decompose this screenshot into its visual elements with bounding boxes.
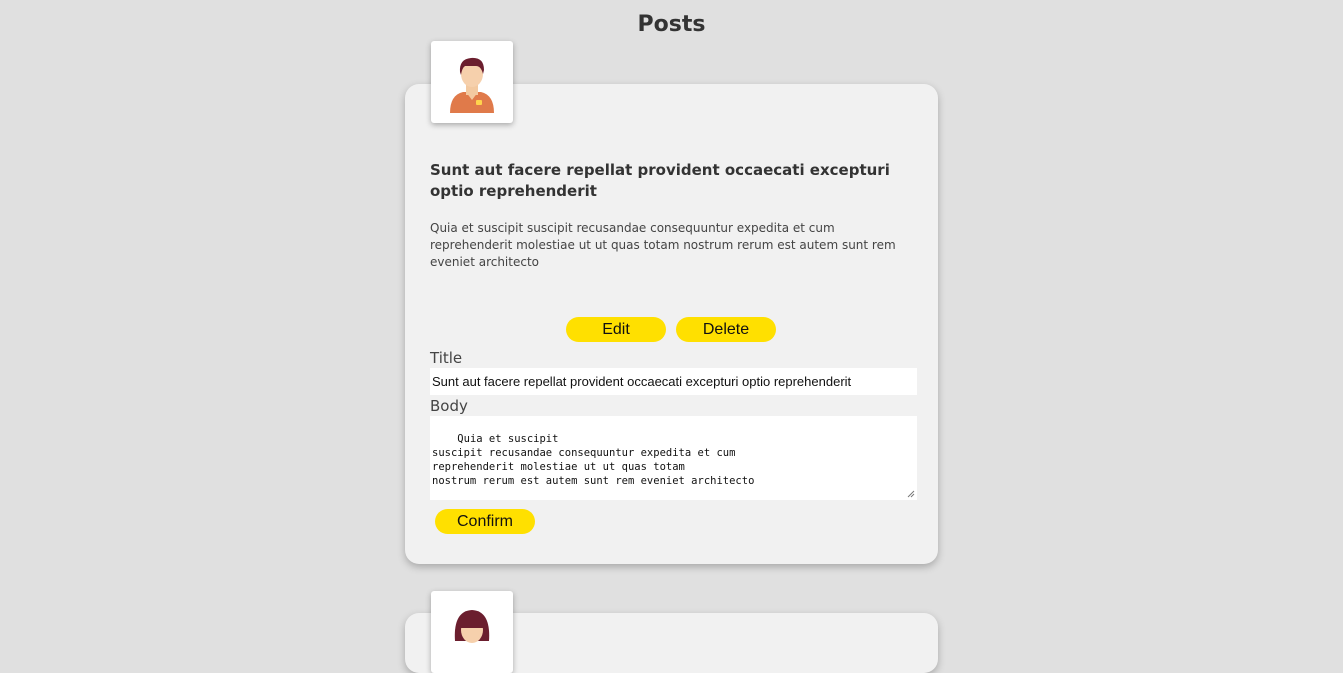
title-field-label: Title — [430, 349, 463, 367]
title-input[interactable]: Sunt aut facere repellat provident occae… — [430, 368, 917, 395]
post-title: Sunt aut facere repellat provident occae… — [430, 161, 890, 200]
delete-button[interactable]: Delete — [676, 317, 776, 342]
post-body: Quia et suscipit suscipit recusandae con… — [430, 221, 896, 269]
post-card — [405, 591, 938, 673]
body-textarea-value[interactable]: Quia et suscipit suscipit recusandae con… — [432, 433, 754, 487]
body-textarea[interactable]: Quia et suscipit suscipit recusandae con… — [430, 416, 917, 500]
edit-button[interactable]: Edit — [566, 317, 666, 342]
female-avatar-icon — [431, 591, 513, 673]
page-title: Posts — [637, 12, 706, 37]
body-field-label: Body — [430, 397, 468, 415]
resize-handle-icon[interactable] — [907, 490, 915, 498]
post-card: Sunt aut facere repellat provident occae… — [405, 41, 938, 564]
confirm-button[interactable]: Confirm — [435, 509, 535, 534]
male-avatar-icon — [431, 41, 513, 123]
